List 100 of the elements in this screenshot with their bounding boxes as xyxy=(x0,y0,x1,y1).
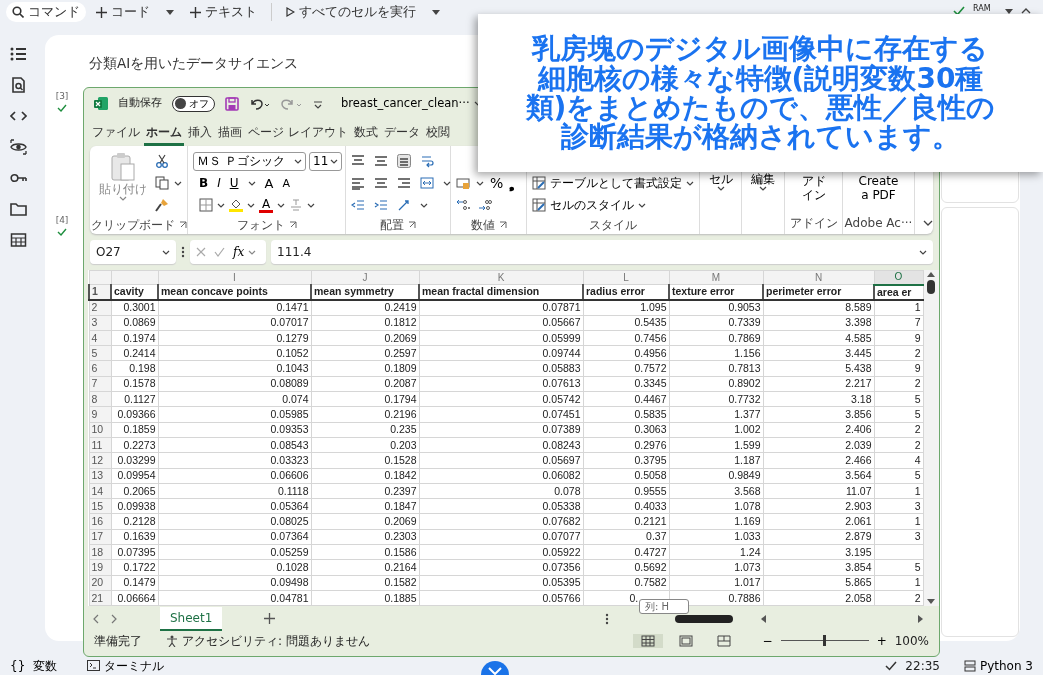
cut-icon[interactable] xyxy=(155,154,169,168)
collapse-ribbon-icon[interactable] xyxy=(923,220,933,226)
bold-button[interactable]: B xyxy=(199,177,209,189)
comma-button[interactable]: ❟ xyxy=(509,176,515,190)
formula-field[interactable]: 111.4 xyxy=(271,240,933,264)
folder-icon[interactable] xyxy=(9,201,27,217)
terminal-button[interactable]: ターミナル xyxy=(87,659,165,672)
fill-color-icon[interactable] xyxy=(229,198,243,212)
ribbon-command[interactable]: アド イン xyxy=(797,172,830,214)
align-bottom-icon[interactable] xyxy=(397,154,411,168)
zoom-in-button[interactable]: + xyxy=(876,634,887,647)
decrease-decimal-icon[interactable] xyxy=(478,198,492,212)
ribbon-tab[interactable]: 描画 xyxy=(216,121,244,146)
wrap-text-icon[interactable] xyxy=(420,154,434,168)
copy-icon[interactable] xyxy=(155,176,169,190)
variables-button[interactable]: {} 変数 xyxy=(10,659,58,672)
find-icon[interactable] xyxy=(9,77,27,93)
scroll-left-icon[interactable] xyxy=(759,613,767,624)
autosave-toggle[interactable]: オフ xyxy=(172,95,215,112)
ribbon-tab[interactable]: ファイル xyxy=(90,121,142,146)
align-right-icon[interactable] xyxy=(397,176,411,190)
accessibility-status[interactable]: アクセシビリティ: 問題ありません xyxy=(182,631,370,650)
ribbon-command[interactable]: テーブルとして書式設定 xyxy=(532,176,694,190)
add-sheet-icon[interactable] xyxy=(264,613,276,624)
table-of-contents-icon[interactable] xyxy=(9,46,27,62)
previous-sheet-icon[interactable] xyxy=(92,613,100,624)
column-header[interactable]: N xyxy=(763,270,874,285)
align-left-icon[interactable] xyxy=(351,176,365,190)
table-cell: 2 xyxy=(874,345,923,361)
font-name-select[interactable]: ＭＳ Ｐゴシック xyxy=(193,151,306,171)
table-cell: 0.04781 xyxy=(158,590,311,606)
next-sheet-icon[interactable] xyxy=(110,613,118,624)
zoom-out-button[interactable]: − xyxy=(762,634,773,647)
sheet-tab[interactable]: Sheet1 xyxy=(160,606,223,631)
command-search-button[interactable]: コマンド xyxy=(6,1,86,23)
run-all-button[interactable]: すべてのセルを実行 xyxy=(280,1,422,23)
scrollbar-thumb[interactable] xyxy=(927,280,936,294)
increase-indent-icon[interactable] xyxy=(374,198,388,212)
grow-font-button[interactable]: A xyxy=(264,176,274,190)
add-cell-button[interactable]: コード xyxy=(90,1,156,23)
column-header[interactable]: L xyxy=(583,270,669,285)
column-header[interactable]: I xyxy=(158,270,311,285)
scroll-right-icon[interactable] xyxy=(917,613,925,624)
increase-decimal-icon[interactable] xyxy=(456,198,470,212)
insert-function-button[interactable]: fx xyxy=(233,246,257,258)
align-top-icon[interactable] xyxy=(351,154,365,168)
merge-icon[interactable] xyxy=(420,176,434,190)
more-options-icon[interactable] xyxy=(605,612,609,625)
table-cell: 0.2976 xyxy=(583,437,669,453)
table-header-cell: radius error xyxy=(583,284,669,300)
accessibility-icon xyxy=(166,634,178,647)
view-button[interactable] xyxy=(632,633,663,648)
underline-button[interactable]: U xyxy=(229,177,239,189)
ribbon-tab[interactable]: ページ レイアウト xyxy=(246,121,350,146)
column-header[interactable]: K xyxy=(419,270,583,285)
runtime-button[interactable]: Python 3 xyxy=(963,659,1033,672)
save-icon[interactable] xyxy=(225,96,239,111)
align-middle-icon[interactable] xyxy=(374,154,388,168)
page-layout-icon xyxy=(678,634,693,647)
dialog-launcher-icon[interactable] xyxy=(408,221,416,229)
scroll-down-icon[interactable] xyxy=(926,598,937,606)
column-header[interactable]: J xyxy=(311,270,419,285)
column-header[interactable]: M xyxy=(669,270,763,285)
collapse-icon[interactable] xyxy=(1021,8,1031,14)
dialog-launcher-icon[interactable] xyxy=(288,221,297,229)
customize-icon[interactable] xyxy=(313,98,323,109)
font-color-button[interactable]: A xyxy=(259,197,273,213)
group-label: 数値 xyxy=(470,217,495,234)
scroll-up-icon[interactable] xyxy=(926,270,937,278)
align-center-icon[interactable] xyxy=(374,176,388,190)
ribbon-command[interactable]: セルのスタイル xyxy=(532,198,646,212)
orientation-icon[interactable] xyxy=(397,198,411,212)
format-painter-icon[interactable] xyxy=(155,198,169,212)
dialog-launcher-icon[interactable] xyxy=(498,221,507,229)
zoom-slider-thumb[interactable] xyxy=(823,635,827,646)
paste-button[interactable]: 貼り付け xyxy=(95,150,151,216)
ribbon-tab[interactable]: 数式 xyxy=(351,121,380,146)
add-cell-button[interactable]: テキスト xyxy=(184,1,263,23)
borders-icon[interactable] xyxy=(199,198,213,212)
font-size-select[interactable]: 11 xyxy=(309,151,342,171)
table-icon[interactable] xyxy=(9,232,27,248)
dialog-launcher-icon[interactable] xyxy=(178,221,187,229)
column-header[interactable]: O xyxy=(874,270,923,285)
decrease-indent-icon[interactable] xyxy=(351,198,365,212)
percent-button[interactable]: % xyxy=(490,176,504,190)
italic-button[interactable]: I xyxy=(217,177,221,189)
ribbon-command[interactable]: Create a PDF xyxy=(854,172,903,214)
table-cell: 0.08025 xyxy=(158,513,311,530)
shrink-font-button[interactable]: A xyxy=(282,177,290,189)
table-cell: 0.4467 xyxy=(583,391,669,407)
name-box[interactable]: O27 xyxy=(90,240,176,264)
ribbon-tab[interactable]: 挿入 xyxy=(186,121,214,146)
more-options-icon[interactable] xyxy=(181,246,185,258)
table-cell: 1.078 xyxy=(669,498,763,514)
eye-icon[interactable] xyxy=(9,139,27,155)
table-cell: 0.05667 xyxy=(419,315,583,331)
scrollbar-thumb[interactable] xyxy=(675,614,733,623)
ribbon-tab[interactable]: データ xyxy=(381,121,422,146)
ribbon-tab[interactable]: 校閲 xyxy=(423,121,452,146)
table-cell: 9 xyxy=(874,330,923,346)
